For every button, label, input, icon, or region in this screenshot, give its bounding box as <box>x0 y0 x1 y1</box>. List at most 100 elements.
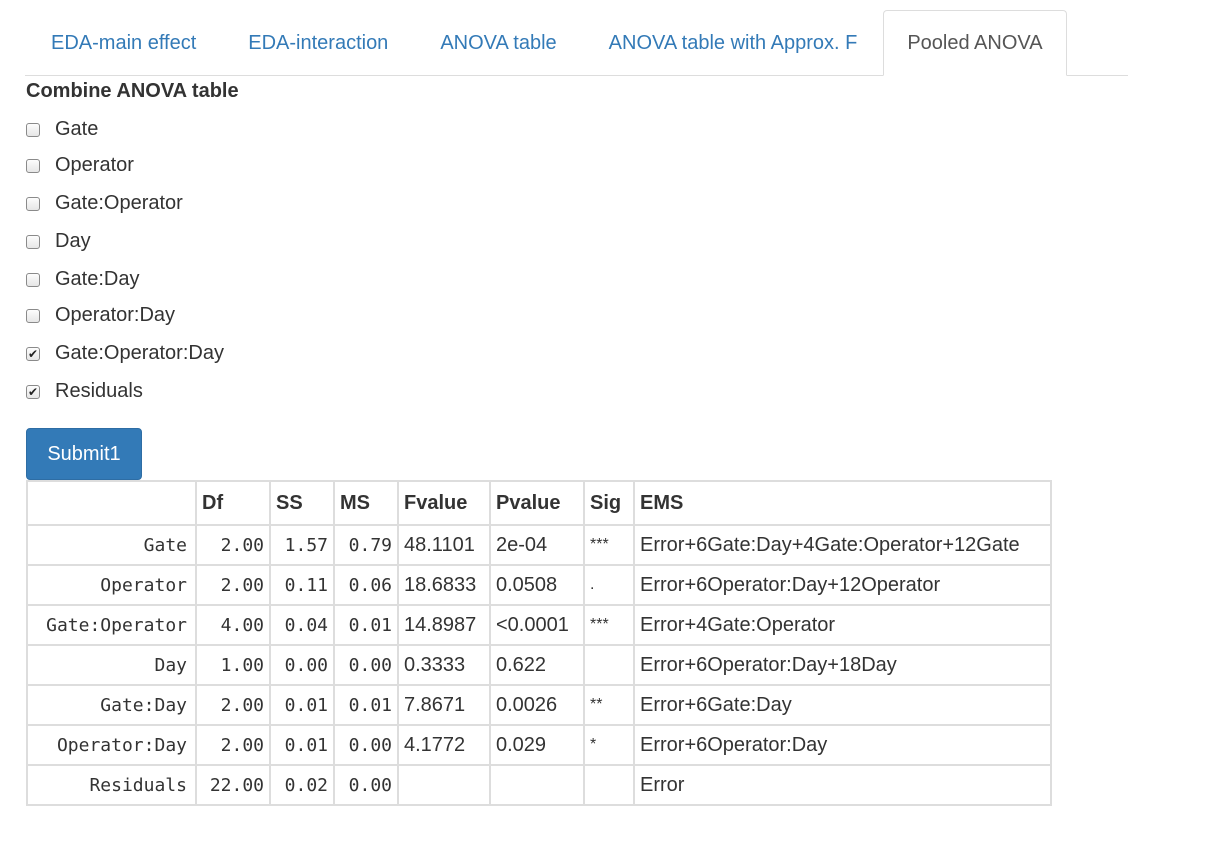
tab-pooled-anova[interactable]: Pooled ANOVA <box>883 10 1067 76</box>
cell-pvalue: 0.0026 <box>489 684 585 726</box>
checkbox-gate-operator-day-box[interactable]: ✔ <box>26 346 40 361</box>
cell-ms: 0.01 <box>333 684 399 726</box>
header-pvalue: Pvalue <box>489 480 585 526</box>
checkbox-residuals[interactable]: ✔ Residuals <box>26 380 143 403</box>
checkbox-gate-box[interactable] <box>26 122 40 137</box>
checkbox-operator-day[interactable]: Operator:Day <box>26 304 175 327</box>
cell-ms: 0.06 <box>333 564 399 606</box>
cell-pvalue: 2e-04 <box>489 524 585 566</box>
cell-ms: 0.00 <box>333 764 399 806</box>
row-name: Day <box>26 644 197 686</box>
cell-sig: *** <box>583 604 635 646</box>
row-name: Operator <box>26 564 197 606</box>
cell-ems: Error+6Operator:Day+18Day <box>633 644 1052 686</box>
checkbox-gate-operator-box[interactable] <box>26 196 40 211</box>
cell-sig <box>583 764 635 806</box>
cell-ms: 0.00 <box>333 644 399 686</box>
header-ss: SS <box>269 480 335 526</box>
row-name: Operator:Day <box>26 724 197 766</box>
checkbox-gate-operator-day-label: Gate:Operator:Day <box>55 342 224 364</box>
cell-fvalue: 18.6833 <box>397 564 491 606</box>
table-row: Operator:Day 2.00 0.01 0.00 4.1772 0.029… <box>26 724 1052 766</box>
header-fvalue: Fvalue <box>397 480 491 526</box>
cell-fvalue: 7.8671 <box>397 684 491 726</box>
tab-anova-approx-f[interactable]: ANOVA table with Approx. F <box>583 11 884 75</box>
cell-sig: ** <box>583 684 635 726</box>
table-row: Day 1.00 0.00 0.00 0.3333 0.622 Error+6O… <box>26 644 1052 686</box>
cell-df: 2.00 <box>195 564 271 606</box>
cell-ss: 0.02 <box>269 764 335 806</box>
checkbox-operator-box[interactable] <box>26 158 40 173</box>
cell-df: 4.00 <box>195 604 271 646</box>
checkbox-operator-day-box[interactable] <box>26 308 40 323</box>
header-ms: MS <box>333 480 399 526</box>
checkbox-gate-operator[interactable]: Gate:Operator <box>26 192 183 215</box>
checkbox-gate[interactable]: Gate <box>26 118 98 141</box>
cell-fvalue: 14.8987 <box>397 604 491 646</box>
cell-ss: 0.01 <box>269 684 335 726</box>
cell-pvalue <box>489 764 585 806</box>
cell-fvalue: 48.1101 <box>397 524 491 566</box>
checkbox-day-label: Day <box>55 230 91 252</box>
cell-sig: . <box>583 564 635 606</box>
cell-ems: Error <box>633 764 1052 806</box>
tab-eda-interaction[interactable]: EDA-interaction <box>222 11 414 75</box>
cell-ms: 0.00 <box>333 724 399 766</box>
checkbox-gate-label: Gate <box>55 118 99 140</box>
table-row: Gate:Operator 4.00 0.04 0.01 14.8987 <0.… <box>26 604 1052 646</box>
checkbox-operator[interactable]: Operator <box>26 154 134 177</box>
cell-ss: 0.00 <box>269 644 335 686</box>
header-df: Df <box>195 480 271 526</box>
cell-df: 2.00 <box>195 684 271 726</box>
checkbox-gate-day-label: Gate:Day <box>55 268 140 290</box>
tab-anova-table[interactable]: ANOVA table <box>414 11 582 75</box>
cell-df: 2.00 <box>195 724 271 766</box>
table-row: Gate 2.00 1.57 0.79 48.1101 2e-04 *** Er… <box>26 524 1052 566</box>
checkbox-operator-label: Operator <box>55 154 134 176</box>
tab-eda-main-effect[interactable]: EDA-main effect <box>25 11 222 75</box>
cell-pvalue: 0.0508 <box>489 564 585 606</box>
cell-ems: Error+6Operator:Day <box>633 724 1052 766</box>
cell-ems: Error+6Operator:Day+12Operator <box>633 564 1052 606</box>
submit-button[interactable]: Submit1 <box>26 428 142 480</box>
cell-pvalue: <0.0001 <box>489 604 585 646</box>
cell-ems: Error+6Gate:Day <box>633 684 1052 726</box>
checkbox-day-box[interactable] <box>26 234 40 249</box>
cell-fvalue: 0.3333 <box>397 644 491 686</box>
checkbox-gate-day-box[interactable] <box>26 272 40 287</box>
checkbox-gate-operator-day[interactable]: ✔ Gate:Operator:Day <box>26 342 224 365</box>
pooled-anova-table: Df SS MS Fvalue Pvalue Sig EMS Gate 2.00… <box>26 480 1052 806</box>
cell-ss: 0.04 <box>269 604 335 646</box>
checkbox-gate-operator-label: Gate:Operator <box>55 192 183 214</box>
cell-ems: Error+4Gate:Operator <box>633 604 1052 646</box>
tab-bar: EDA-main effect EDA-interaction ANOVA ta… <box>25 10 1128 76</box>
header-ems: EMS <box>633 480 1052 526</box>
table-row: Operator 2.00 0.11 0.06 18.6833 0.0508 .… <box>26 564 1052 606</box>
cell-sig <box>583 644 635 686</box>
cell-sig: * <box>583 724 635 766</box>
combine-anova-title: Combine ANOVA table <box>26 80 239 102</box>
table-header-row: Df SS MS Fvalue Pvalue Sig EMS <box>26 480 1052 526</box>
row-name: Gate:Operator <box>26 604 197 646</box>
checkbox-gate-day[interactable]: Gate:Day <box>26 268 139 291</box>
cell-ss: 1.57 <box>269 524 335 566</box>
table-row: Residuals 22.00 0.02 0.00 Error <box>26 764 1052 806</box>
cell-ems: Error+6Gate:Day+4Gate:Operator+12Gate <box>633 524 1052 566</box>
cell-fvalue <box>397 764 491 806</box>
cell-ms: 0.01 <box>333 604 399 646</box>
cell-pvalue: 0.622 <box>489 644 585 686</box>
cell-df: 1.00 <box>195 644 271 686</box>
checkbox-day[interactable]: Day <box>26 230 91 253</box>
row-name: Gate:Day <box>26 684 197 726</box>
cell-pvalue: 0.029 <box>489 724 585 766</box>
cell-df: 22.00 <box>195 764 271 806</box>
header-rowname <box>26 480 197 526</box>
cell-fvalue: 4.1772 <box>397 724 491 766</box>
header-sig: Sig <box>583 480 635 526</box>
checkbox-residuals-box[interactable]: ✔ <box>26 384 40 399</box>
cell-ss: 0.01 <box>269 724 335 766</box>
table-row: Gate:Day 2.00 0.01 0.01 7.8671 0.0026 **… <box>26 684 1052 726</box>
row-name: Gate <box>26 524 197 566</box>
row-name: Residuals <box>26 764 197 806</box>
checkbox-operator-day-label: Operator:Day <box>55 304 176 326</box>
